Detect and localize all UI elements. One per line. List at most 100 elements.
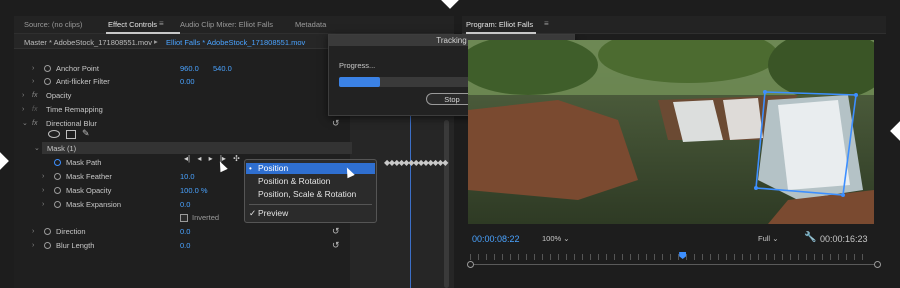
fx-icon[interactable]: fx [32, 117, 37, 130]
scrub-bar[interactable] [470, 264, 878, 265]
row-time-remapping: › fx Time Remapping [14, 103, 350, 116]
tab-effect-controls[interactable]: Effect Controls [108, 20, 157, 29]
anchor-point-label: Anchor Point [56, 64, 99, 73]
twirl-icon[interactable]: › [22, 103, 24, 116]
twirl-icon[interactable]: › [22, 89, 24, 102]
time-ruler[interactable] [470, 254, 870, 260]
chevron-right-icon: ▸ [154, 37, 158, 46]
in-point-handle[interactable] [467, 261, 474, 268]
time-remapping-label: Time Remapping [46, 105, 103, 114]
row-blur-length: › Blur Length 0.0 ↺ [14, 239, 350, 252]
stopwatch-icon[interactable] [44, 65, 51, 72]
track-backward-frame-icon[interactable]: ◂ [197, 154, 201, 163]
current-timecode[interactable]: 00:00:08:22 [472, 234, 520, 244]
track-method-icon[interactable]: ✣ [233, 154, 240, 163]
mask-path-label: Mask Path [66, 158, 102, 167]
fx-icon[interactable]: fx [32, 89, 37, 102]
menu-item-preview[interactable]: ✓ Preview [246, 208, 375, 219]
twirl-icon[interactable]: › [32, 225, 34, 238]
tab-audio-clip-mixer[interactable]: Audio Clip Mixer: Elliot Falls [180, 20, 273, 29]
track-forward-frame-icon[interactable]: ▸ [209, 154, 213, 163]
twirl-open-icon[interactable]: ⌄ [34, 142, 40, 155]
ellipse-mask-icon[interactable] [48, 130, 60, 138]
row-directional-blur: ⌄ fx Directional Blur ↺ [14, 117, 350, 130]
menu-separator [249, 204, 372, 205]
row-anti-flicker: › Anti-flicker Filter 0.00 [14, 75, 350, 88]
program-video-frame[interactable] [468, 40, 874, 224]
anti-flicker-value[interactable]: 0.00 [180, 75, 195, 88]
menu-item-label: Position & Rotation [258, 176, 331, 186]
twirl-icon[interactable]: › [32, 62, 34, 75]
tab-metadata[interactable]: Metadata [295, 20, 326, 29]
pen-tool-icon[interactable]: ✎ [82, 128, 90, 139]
twirl-icon[interactable]: › [42, 198, 44, 211]
opacity-label: Opacity [46, 91, 72, 100]
anchor-point-y[interactable]: 540.0 [213, 62, 232, 75]
active-tab-indicator [466, 32, 536, 34]
mask-feather-value[interactable]: 10.0 [180, 170, 195, 183]
slide-marker-left [0, 151, 9, 171]
menu-item-position[interactable]: • Position [246, 163, 375, 174]
twirl-open-icon[interactable]: ⌄ [22, 117, 28, 130]
blur-length-label: Blur Length [56, 241, 95, 250]
reset-icon[interactable]: ↺ [332, 117, 340, 130]
progress-label: Progress... [339, 61, 376, 70]
program-monitor-tab-bar: Program: Elliot Falls ≡ [462, 16, 886, 34]
row-anchor-point: › Anchor Point 960.0 540.0 [14, 62, 350, 75]
reset-icon[interactable]: ↺ [332, 239, 340, 252]
stopwatch-icon[interactable] [44, 242, 51, 249]
row-mask[interactable]: ⌄ Mask (1) [14, 142, 350, 155]
menu-item-position-scale-rotation[interactable]: Position, Scale & Rotation [246, 189, 375, 200]
stopwatch-icon[interactable] [54, 187, 61, 194]
anti-flicker-label: Anti-flicker Filter [56, 77, 110, 86]
blur-length-value[interactable]: 0.0 [180, 239, 190, 252]
menu-item-label: Position, Scale & Rotation [258, 189, 357, 199]
chevron-down-icon: ⌄ [772, 234, 779, 243]
settings-wrench-icon[interactable]: 🔧 [804, 232, 816, 243]
stopwatch-icon[interactable] [44, 228, 51, 235]
sequence-clip-label[interactable]: Elliot Falls * AdobeStock_171808551.mov [166, 38, 305, 47]
rectangle-mask-icon[interactable] [66, 130, 76, 139]
stopwatch-icon[interactable] [54, 173, 61, 180]
stopwatch-icon[interactable] [54, 159, 61, 166]
panel-tab-bar: Source: (no clips) Effect Controls ≡ Aud… [14, 16, 454, 34]
tab-program-monitor[interactable]: Program: Elliot Falls [466, 20, 533, 29]
panel-menu-icon[interactable]: ≡ [159, 19, 164, 28]
resolution-value: Full [758, 234, 771, 243]
twirl-icon[interactable]: › [32, 239, 34, 252]
radio-dot-icon: • [249, 164, 252, 173]
inverted-checkbox[interactable] [180, 214, 188, 222]
mask-expansion-value[interactable]: 0.0 [180, 198, 190, 211]
inverted-label: Inverted [192, 213, 220, 222]
panel-menu-icon[interactable]: ≡ [544, 19, 549, 28]
track-method-menu: • Position Position & Rotation Position,… [244, 159, 377, 223]
anchor-point-x[interactable]: 960.0 [180, 62, 199, 75]
menu-item-label: Position [258, 163, 289, 173]
chevron-down-icon: ⌄ [563, 234, 570, 243]
duration-timecode: 00:00:16:23 [820, 234, 868, 244]
slide-marker-top [440, 0, 460, 9]
twirl-icon[interactable]: › [32, 75, 34, 88]
tab-source[interactable]: Source: (no clips) [24, 20, 82, 29]
direction-value[interactable]: 0.0 [180, 225, 190, 238]
direction-label: Direction [56, 227, 86, 236]
reset-icon[interactable]: ↺ [332, 225, 340, 238]
track-backward-icon[interactable]: ◂| [184, 154, 190, 163]
effect-scrollbar[interactable] [444, 120, 449, 288]
twirl-icon[interactable]: › [42, 184, 44, 197]
zoom-level-value: 100% [542, 234, 562, 243]
zoom-level-select[interactable]: 100% ⌄ [542, 234, 570, 243]
stopwatch-icon[interactable] [54, 201, 61, 208]
fx-icon: fx [32, 106, 38, 113]
master-clip-label[interactable]: Master * AdobeStock_171808551.mov [24, 38, 152, 47]
out-point-handle[interactable] [874, 261, 881, 268]
stopwatch-icon[interactable] [44, 78, 51, 85]
mask-feather-label: Mask Feather [66, 172, 112, 181]
playback-resolution-select[interactable]: Full ⌄ [758, 234, 778, 243]
twirl-icon[interactable]: › [42, 170, 44, 183]
mask-opacity-label: Mask Opacity [66, 186, 112, 195]
menu-item-position-rotation[interactable]: Position & Rotation [246, 176, 375, 187]
mask-opacity-value[interactable]: 100.0 % [180, 184, 208, 197]
mask-expansion-label: Mask Expansion [66, 200, 122, 209]
mask-path-keyframes[interactable]: ◆◆◆◆◆◆◆◆◆◆◆◆◆ [384, 158, 448, 167]
